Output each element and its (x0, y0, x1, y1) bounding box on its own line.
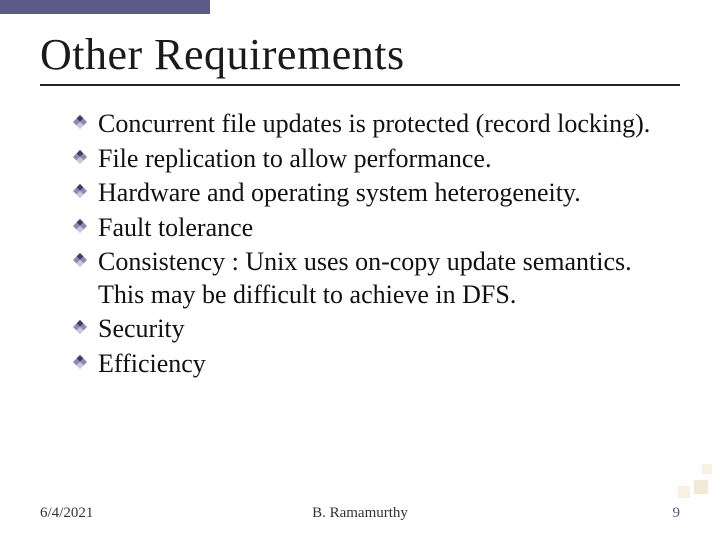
diamond-bullet-icon (72, 354, 88, 370)
bullet-text: Consistency : Unix uses on-copy update s… (98, 247, 632, 309)
diamond-bullet-icon (72, 183, 88, 199)
footer-page-number: 9 (673, 505, 681, 522)
bullet-text: Efficiency (98, 349, 206, 378)
footer-date: 6/4/2021 (40, 505, 93, 522)
list-item: Hardware and operating system heterogene… (72, 177, 680, 210)
list-item: File replication to allow performance. (72, 143, 680, 176)
slide-body: Other Requirements Concurrent file updat… (0, 0, 720, 380)
bullet-text: File replication to allow performance. (98, 144, 491, 173)
diamond-bullet-icon (72, 149, 88, 165)
bullet-text: Fault tolerance (98, 213, 253, 242)
list-item: Security (72, 313, 680, 346)
diamond-bullet-icon (72, 252, 88, 268)
diamond-bullet-icon (72, 319, 88, 335)
bullet-list: Concurrent file updates is protected (re… (40, 108, 680, 380)
diamond-bullet-icon (72, 114, 88, 130)
corner-decoration-icon (654, 440, 714, 500)
list-item: Concurrent file updates is protected (re… (72, 108, 680, 141)
bullet-text: Security (98, 314, 185, 343)
page-title: Other Requirements (40, 32, 680, 78)
list-item: Efficiency (72, 348, 680, 381)
top-accent-bar (0, 0, 210, 14)
bullet-text: Concurrent file updates is protected (re… (98, 109, 650, 138)
diamond-bullet-icon (72, 218, 88, 234)
bullet-text: Hardware and operating system heterogene… (98, 178, 581, 207)
footer-author: B. Ramamurthy (312, 505, 408, 522)
list-item: Consistency : Unix uses on-copy update s… (72, 246, 680, 311)
slide-footer: 6/4/2021 B. Ramamurthy 9 (0, 505, 720, 522)
title-rule (40, 84, 680, 86)
list-item: Fault tolerance (72, 212, 680, 245)
